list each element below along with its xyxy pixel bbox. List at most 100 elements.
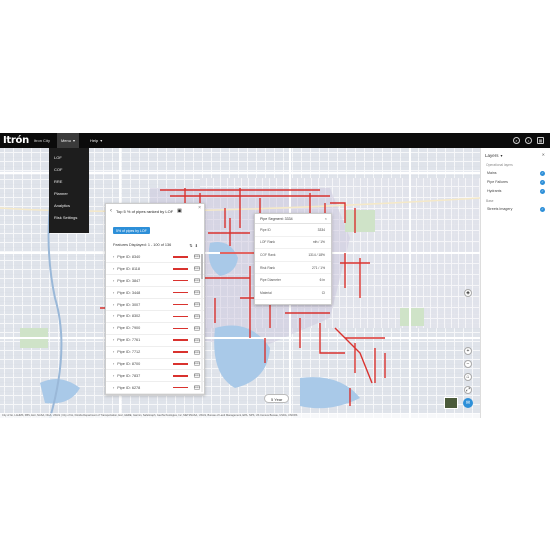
zoom-to-button[interactable]: Zoom	[194, 373, 200, 379]
chat-icon: ✉	[465, 400, 471, 406]
layers-header[interactable]: Layers ▾	[481, 148, 550, 158]
expand-icon[interactable]: ›	[113, 350, 114, 354]
visibility-check-icon[interactable]: ✓	[540, 179, 545, 185]
back-arrow-icon[interactable]: ‹	[110, 208, 112, 214]
lof-bar	[173, 303, 188, 306]
list-item[interactable]: › Pipe ID: 8700 Zoom	[106, 359, 204, 371]
layer-mains[interactable]: Mains ✓	[481, 167, 550, 176]
list-item[interactable]: › Pipe ID: 8302 Zoom	[106, 311, 204, 323]
time-slider-pill[interactable]: 5 Year	[264, 394, 290, 403]
visibility-check-icon[interactable]: ✓	[540, 170, 545, 176]
basemap-toggle[interactable]	[444, 397, 458, 409]
expand-icon[interactable]: ›	[113, 303, 114, 307]
popup-title: Pipe Segment: 3334	[260, 216, 293, 221]
expand-icon[interactable]: ›	[113, 326, 114, 330]
user-icon[interactable]: •	[525, 137, 532, 144]
zoom-to-button[interactable]: Zoom	[194, 254, 200, 260]
attribute-label: Pipe Diameter	[260, 278, 281, 283]
pipe-id-label: Pipe ID: 6278	[117, 385, 141, 390]
zoom-to-button[interactable]: Zoom	[194, 313, 200, 319]
list-item[interactable]: › Pipe ID: 3448 Zoom	[106, 287, 204, 300]
expand-icon[interactable]: ›	[113, 267, 114, 271]
scrollbar[interactable]	[201, 254, 203, 392]
filter-chip[interactable]: 5% of pipes by LOF	[113, 227, 150, 234]
lof-bar	[173, 339, 188, 341]
main-menu-dropdown: LOF COF RRE Planner Analytics Risk Setti…	[49, 148, 89, 233]
compass-button[interactable]: ◈	[464, 289, 472, 297]
attribute-row: Risk Rank 271 / 1%	[255, 262, 331, 275]
help-nav-button[interactable]: Help ▾	[86, 133, 106, 148]
chat-button[interactable]: ✉	[463, 398, 473, 408]
zoom-in-button[interactable]: +	[464, 347, 472, 355]
visibility-check-icon[interactable]: ✓	[540, 188, 545, 194]
zoom-to-button[interactable]: Zoom	[194, 290, 200, 296]
search-icon[interactable]: ⌕	[513, 137, 520, 144]
expand-icon[interactable]: ›	[113, 374, 114, 378]
list-item[interactable]: › Pipe ID: 7761 Zoom	[106, 335, 204, 347]
zoom-to-button[interactable]: Zoom	[194, 385, 200, 391]
layer-pipe-failures[interactable]: Pipe Failures ✓	[481, 176, 550, 185]
menu-item-analytics[interactable]: Analytics	[49, 200, 89, 212]
map-attribution: City of Ito, LAHMS, FBS, Esri, NASA, NGA…	[0, 413, 480, 418]
scrollbar-thumb[interactable]	[201, 254, 203, 279]
layer-label: Mains	[487, 171, 497, 175]
zoom-to-button[interactable]: Zoom	[194, 325, 200, 331]
list-item[interactable]: › Pipe ID: 7837 Zoom	[106, 370, 204, 383]
menu-item-risk-settings[interactable]: Risk Settings	[49, 212, 89, 224]
attribute-label: LOF Rank	[260, 240, 276, 245]
list-item[interactable]: › Pipe ID: 7712 Zoom	[106, 347, 204, 359]
close-icon[interactable]: ×	[198, 205, 201, 211]
zoom-to-button[interactable]: Zoom	[194, 337, 200, 343]
expand-icon[interactable]: ›	[113, 338, 114, 342]
zoom-to-button[interactable]: Zoom	[194, 302, 200, 307]
menu-nav-button[interactable]: Menu ▾	[56, 133, 79, 148]
visibility-check-icon[interactable]: ✓	[540, 206, 545, 212]
help-nav-label: Help	[89, 138, 99, 143]
pipe-id-label: Pipe ID: 3007	[117, 302, 141, 307]
fullscreen-button[interactable]: ⤢	[464, 386, 472, 394]
pipe-id-label: Pipe ID: 7900	[117, 326, 141, 331]
expand-icon[interactable]: ›	[113, 255, 114, 259]
attribute-label: Risk Rank	[260, 265, 276, 270]
popup-header: Pipe Segment: 3334	[255, 214, 331, 224]
list-item[interactable]: › Pipe ID: 3007 Zoom	[106, 299, 204, 311]
expand-icon[interactable]: ›	[113, 279, 114, 283]
zoom-to-button[interactable]: Zoom	[194, 349, 200, 355]
expand-icon[interactable]: ›	[113, 362, 114, 366]
expand-icon[interactable]: ›	[113, 314, 114, 318]
menu-item-cof[interactable]: COF	[49, 164, 89, 176]
list-item[interactable]: › Pipe ID: 8118 Zoom	[106, 263, 204, 276]
expand-icon[interactable]: ›	[113, 291, 114, 295]
attribute-value: 6 in	[319, 278, 325, 283]
zoom-to-button[interactable]: Zoom	[194, 361, 200, 367]
menu-item-planner[interactable]: Planner	[49, 188, 89, 200]
attribute-value: 3334	[317, 227, 325, 232]
menu-item-lof[interactable]: LOF	[49, 152, 89, 164]
home-icon: ⌂	[466, 374, 470, 380]
layer-streets-imagery[interactable]: Streets Imagery ✓	[481, 203, 550, 212]
zoom-to-button[interactable]: Zoom	[194, 266, 200, 272]
itron-logo[interactable]: Itrón	[3, 135, 29, 146]
expand-icon[interactable]: ›	[113, 386, 114, 390]
download-icon[interactable]: ⬇	[195, 243, 198, 248]
menu-item-rre[interactable]: RRE	[49, 176, 89, 188]
chevron-down-icon: ▾	[500, 153, 503, 158]
zoom-to-button[interactable]: Zoom	[194, 278, 200, 284]
home-button[interactable]: ⌂	[464, 373, 472, 381]
pipe-id-label: Pipe ID: 8340	[117, 254, 141, 259]
layer-hydrants[interactable]: Hydrants ✓	[481, 185, 550, 194]
zoom-out-button[interactable]: −	[464, 360, 472, 368]
apps-grid-icon[interactable]: ▦	[537, 137, 544, 144]
lof-bar	[173, 291, 188, 294]
list-item[interactable]: › Pipe ID: 3847 Zoom	[106, 275, 204, 288]
list-item[interactable]: › Pipe ID: 6278 Zoom	[106, 382, 204, 395]
sort-icon[interactable]: ⇅	[189, 243, 192, 248]
list-item[interactable]: › Pipe ID: 7900 Zoom	[106, 323, 204, 335]
close-icon[interactable]: ✕	[542, 152, 545, 157]
menu-nav-label: Menu	[60, 138, 71, 143]
list-item[interactable]: › Pipe ID: 8340 Zoom	[106, 252, 204, 264]
save-icon[interactable]: ▣	[177, 208, 182, 214]
close-icon[interactable]: ×	[325, 216, 327, 221]
pipe-popup: Pipe Segment: 3334 × Pipe ID 3334 LOF Rank…	[254, 213, 332, 305]
lof-bar	[173, 375, 188, 377]
